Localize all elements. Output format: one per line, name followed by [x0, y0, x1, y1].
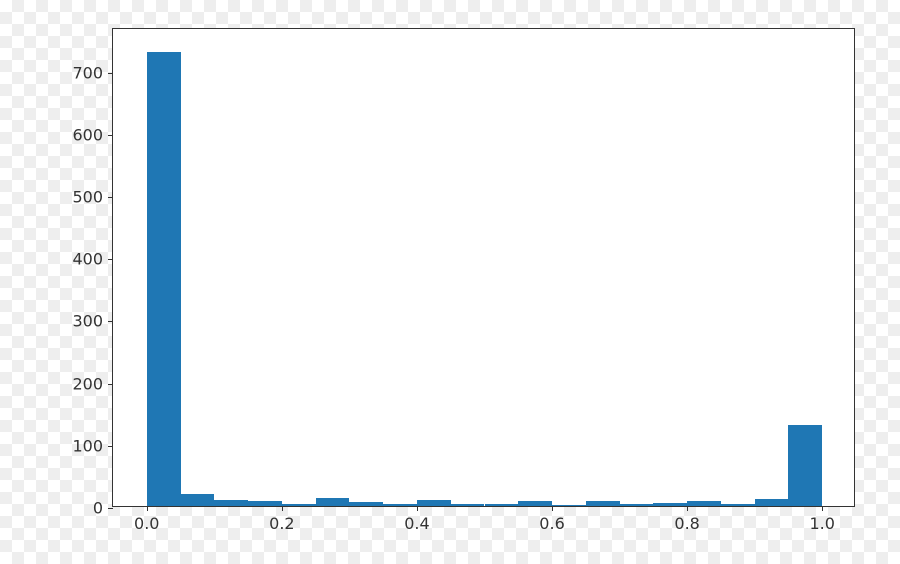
y-tick	[108, 446, 113, 447]
y-tick-label: 700	[72, 63, 103, 82]
histogram-bar	[788, 425, 822, 506]
y-tick-label: 100	[72, 436, 103, 455]
histogram-bar	[653, 503, 687, 506]
histogram-bar	[552, 505, 586, 506]
histogram-bar	[349, 502, 383, 506]
histogram-bar	[383, 504, 417, 506]
histogram-bar	[485, 504, 519, 506]
x-tick-label: 0.6	[539, 514, 564, 533]
histogram-bar	[687, 501, 721, 506]
plot-area	[113, 29, 854, 506]
y-tick	[108, 135, 113, 136]
histogram-bar	[282, 504, 316, 506]
histogram-bar	[518, 501, 552, 506]
y-tick-label: 400	[72, 250, 103, 269]
x-tick	[822, 506, 823, 511]
y-tick	[108, 508, 113, 509]
histogram-bar	[586, 501, 620, 506]
x-tick	[417, 506, 418, 511]
histogram-bar	[147, 52, 181, 506]
y-tick	[108, 259, 113, 260]
x-tick-label: 0.4	[404, 514, 429, 533]
histogram-bar	[451, 504, 485, 506]
histogram-bar	[248, 501, 282, 506]
x-tick	[282, 506, 283, 511]
y-tick-label: 600	[72, 125, 103, 144]
histogram-bar	[620, 504, 654, 506]
x-tick-label: 1.0	[809, 514, 834, 533]
figure: 0.0 0.2 0.4 0.6 0.8 1.0 0 100 200 300 400 500 600 70…	[0, 0, 900, 564]
histogram-bar	[721, 504, 755, 506]
x-tick-label: 0.8	[674, 514, 699, 533]
y-tick	[108, 321, 113, 322]
x-tick-label: 0.2	[269, 514, 294, 533]
y-tick-label: 500	[72, 187, 103, 206]
histogram-bar	[417, 500, 451, 506]
x-tick	[687, 506, 688, 511]
y-tick-label: 0	[93, 499, 103, 518]
histogram-bar	[316, 498, 350, 506]
x-tick	[147, 506, 148, 511]
histogram-bar	[755, 499, 789, 506]
histogram-bar	[214, 500, 248, 506]
y-tick-label: 200	[72, 374, 103, 393]
y-tick-label: 300	[72, 312, 103, 331]
x-tick-label: 0.0	[134, 514, 159, 533]
y-tick	[108, 73, 113, 74]
y-tick	[108, 384, 113, 385]
y-tick	[108, 197, 113, 198]
x-tick	[552, 506, 553, 511]
histogram-bar	[181, 494, 215, 506]
chart-axes: 0.00.20.40.60.81.0 010020030040050060070…	[112, 28, 855, 507]
